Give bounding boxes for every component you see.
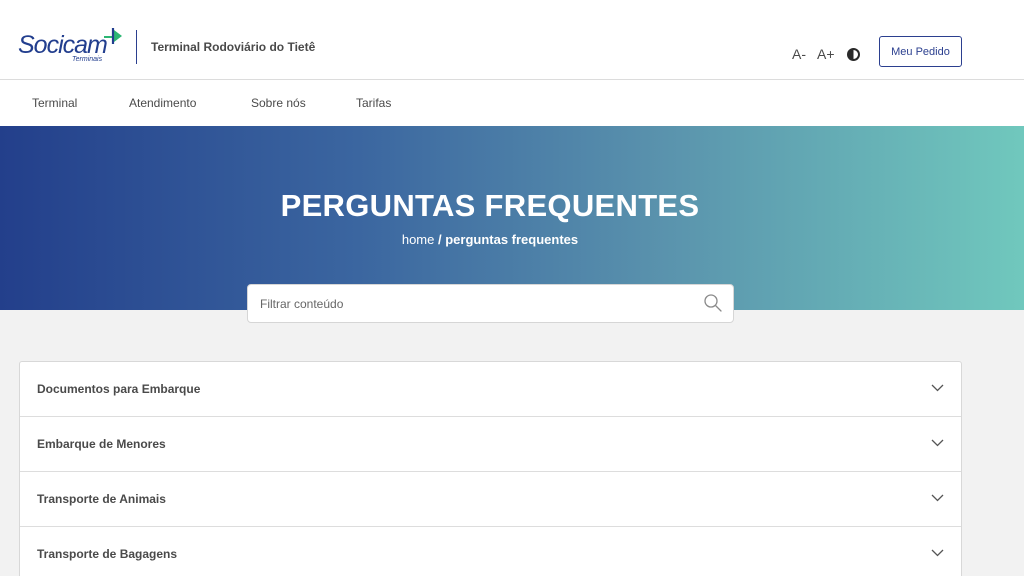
site-header: Socicam Terminais Terminal Rodoviário do… [0,0,1024,80]
chevron-down-icon [931,494,944,502]
faq-item-label: Transporte de Animais [37,492,166,506]
faq-item-label: Embarque de Menores [37,437,166,451]
nav-item-atendimento[interactable]: Atendimento [129,96,196,110]
chevron-down-icon [931,384,944,392]
faq-item-bagagens[interactable]: Transporte de Bagagens [20,527,961,576]
logo-subtext: Terminais [72,56,103,63]
breadcrumb-home-link[interactable]: home [402,232,435,247]
chevron-down-icon [931,549,944,557]
main-nav: Terminal Atendimento Sobre nós Tarifas [0,80,1024,126]
logo-arrow-mark-icon [104,28,122,44]
logo-wordmark: Socicam [18,31,108,59]
accessibility-controls: A- A+ [792,45,860,63]
faq-item-documentos[interactable]: Documentos para Embarque [20,362,961,417]
breadcrumb-current: perguntas frequentes [445,232,579,247]
breadcrumb-separator: / [434,232,446,247]
chevron-down-icon [931,439,944,447]
my-order-button[interactable]: Meu Pedido [879,36,962,67]
socicam-logo[interactable]: Socicam Terminais [18,26,126,68]
nav-item-sobre-nos[interactable]: Sobre nós [251,96,306,110]
faq-item-label: Transporte de Bagagens [37,547,178,561]
hero-banner: PERGUNTAS FREQUENTES home / perguntas fr… [0,126,1024,310]
faq-item-menores[interactable]: Embarque de Menores [20,417,961,472]
faq-item-animais[interactable]: Transporte de Animais [20,472,961,527]
header-divider [136,30,137,64]
font-increase-button[interactable]: A+ [817,45,835,63]
search-box [247,284,734,323]
faq-accordion: Documentos para Embarque Embarque de Men… [19,361,962,576]
search-icon[interactable] [703,293,723,313]
terminal-name: Terminal Rodoviário do Tietê [151,40,316,54]
font-decrease-button[interactable]: A- [792,45,806,63]
breadcrumb: home / perguntas frequentes [0,232,980,248]
nav-item-terminal[interactable]: Terminal [32,96,77,110]
page-title: PERGUNTAS FREQUENTES [280,188,700,223]
nav-item-tarifas[interactable]: Tarifas [356,96,391,110]
faq-item-label: Documentos para Embarque [37,382,201,396]
search-input[interactable] [260,294,690,314]
contrast-toggle-icon[interactable] [846,47,860,61]
